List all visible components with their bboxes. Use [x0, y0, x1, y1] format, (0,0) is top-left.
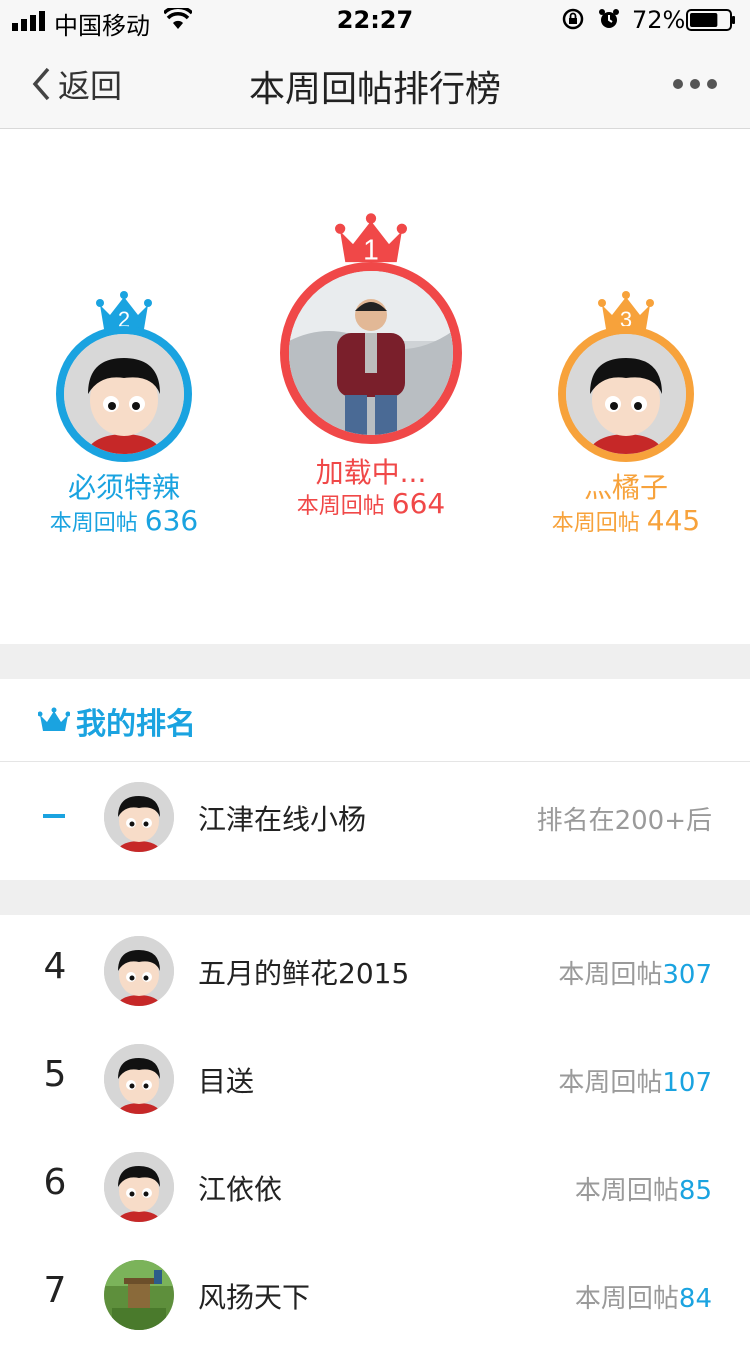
cartoon-avatar-icon: [104, 1044, 174, 1114]
battery-percent: 72%: [632, 6, 686, 34]
crown-icon: 1: [335, 213, 407, 265]
section-divider: [0, 880, 750, 915]
cartoon-avatar-icon: [64, 334, 184, 454]
avatar[interactable]: [56, 326, 192, 462]
user-name: 江依依: [198, 1173, 283, 1206]
alarm-icon: [599, 9, 619, 28]
user-name: 目送: [198, 1065, 255, 1098]
podium-count: 本周回帖 445: [551, 504, 701, 537]
my-rank-header: 我的排名: [0, 679, 750, 762]
avatar[interactable]: [104, 782, 174, 852]
rank-number: 4: [43, 946, 67, 987]
crown-icon: [38, 707, 70, 731]
podium-count: 本周回帖 636: [49, 504, 199, 537]
avatar[interactable]: [104, 1044, 174, 1114]
rank-number: 7: [43, 1270, 67, 1311]
page-title: 本周回帖排行榜: [248, 69, 501, 110]
list-item[interactable]: 4 五月的鲜花2015 本周回帖307: [0, 916, 750, 1025]
cartoon-avatar-icon: [104, 936, 174, 1006]
my-rank-title: 我的排名: [76, 707, 196, 742]
more-icon[interactable]: [670, 74, 720, 94]
list-item[interactable]: 6 江依依 本周回帖85: [0, 1132, 750, 1241]
cartoon-avatar-icon: [104, 782, 174, 852]
rank-status: 排名在200+后: [536, 806, 712, 836]
no-rank-dash: [43, 814, 65, 818]
cartoon-avatar-icon: [104, 1152, 174, 1222]
avatar[interactable]: [104, 936, 174, 1006]
podium-name: 灬橘子: [583, 471, 668, 504]
post-count: 本周回帖107: [558, 1068, 712, 1098]
list-item[interactable]: 5 目送 本周回帖107: [0, 1024, 750, 1133]
top-three-podium: 2 必须特辣 本周回帖 636 1 加载中... 本周回帖 664 3 灬橘子 …: [0, 129, 750, 644]
battery-icon: [686, 9, 735, 31]
game-scene-avatar-icon: [104, 1260, 174, 1330]
section-divider: [0, 644, 750, 679]
avatar[interactable]: [104, 1260, 174, 1330]
my-rank-row[interactable]: 江津在线小杨 排名在200+后: [0, 762, 750, 870]
user-name: 江津在线小杨: [198, 803, 367, 836]
rank-number: 5: [43, 1054, 67, 1095]
user-name: 风扬天下: [198, 1281, 311, 1314]
cartoon-avatar-icon: [566, 334, 686, 454]
avatar[interactable]: [558, 326, 694, 462]
status-bar: 中国移动 22:27 72%: [0, 0, 750, 40]
podium-count: 本周回帖 664: [296, 487, 446, 520]
post-count: 本周回帖85: [574, 1176, 712, 1206]
list-item[interactable]: 7 风扬天下 本周回帖84: [0, 1240, 750, 1348]
podium-name: 必须特辣: [67, 471, 180, 504]
photo-avatar-icon: [289, 271, 453, 435]
avatar[interactable]: [280, 262, 462, 444]
podium-name: 加载中...: [315, 456, 427, 489]
rank-number: 6: [43, 1162, 67, 1203]
user-name: 五月的鲜花2015: [198, 957, 410, 990]
post-count: 本周回帖84: [574, 1284, 712, 1314]
rotation-lock-icon: [562, 8, 584, 30]
nav-bar: 返回 本周回帖排行榜: [0, 40, 750, 129]
crown-icon: 2: [96, 291, 152, 331]
podium-rank-1: 1: [363, 234, 379, 265]
crown-icon: 3: [598, 291, 654, 331]
post-count: 本周回帖307: [558, 960, 712, 990]
avatar[interactable]: [104, 1152, 174, 1222]
